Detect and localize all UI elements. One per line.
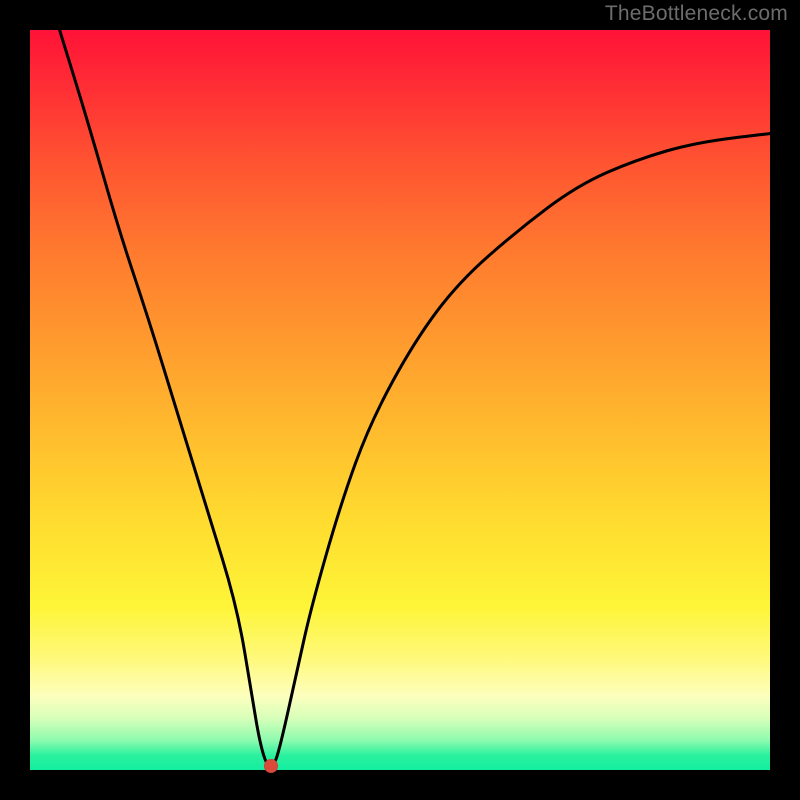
optimum-marker <box>264 759 278 773</box>
watermark-text: TheBottleneck.com <box>605 2 788 26</box>
curve-path <box>60 30 770 766</box>
bottleneck-curve <box>30 30 770 770</box>
chart-frame: TheBottleneck.com <box>0 0 800 800</box>
plot-area <box>30 30 770 770</box>
